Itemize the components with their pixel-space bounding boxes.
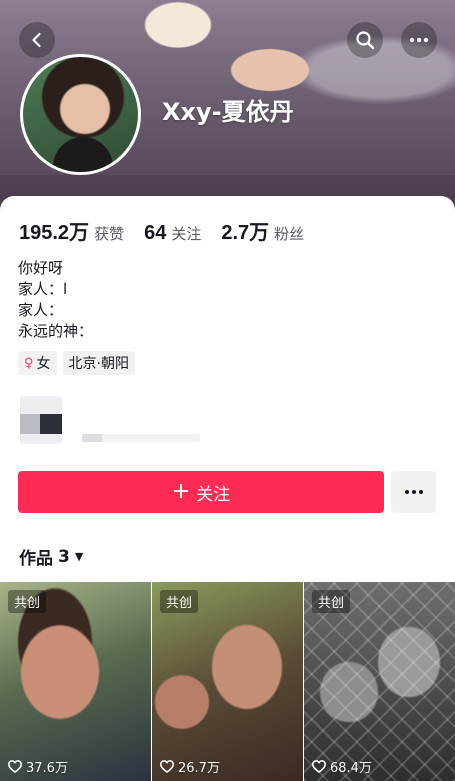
search-icon (356, 31, 375, 50)
co-create-badge: 共创 (160, 590, 199, 613)
gender-tag: ♀ 女 (18, 351, 57, 375)
stat-following-count: 64 (144, 222, 167, 244)
profile-card: 195.2万 获赞 64 关注 2.7万 粉丝 你好呀 家人：l 家人： 永远的… (0, 196, 455, 781)
more-options-button[interactable] (401, 22, 437, 58)
follow-button[interactable]: + 关注 (18, 471, 384, 513)
stat-following[interactable]: 64 关注 (144, 222, 201, 245)
blur-cell (20, 414, 40, 434)
stat-likes-count: 195.2万 (19, 222, 90, 244)
profile-tags: ♀ 女 北京·朝阳 (18, 351, 141, 375)
location-tag: 北京·朝阳 (62, 351, 135, 375)
plus-icon: + (171, 479, 191, 504)
bio-line: 你好呀 (18, 259, 64, 277)
avatar-figure (53, 137, 113, 172)
video-thumbnail[interactable]: 共创 68.4万 (304, 582, 455, 781)
heart-icon (312, 760, 326, 773)
more-horizontal-icon (409, 37, 429, 43)
video-thumbnail[interactable]: 共创 26.7万 (152, 582, 303, 781)
chevron-left-icon (32, 32, 41, 48)
blurred-link-thumbnail[interactable] (20, 396, 62, 444)
tab-works-label: 作品 (19, 549, 53, 569)
female-icon: ♀ (24, 355, 34, 371)
heart-icon (160, 760, 174, 773)
bio-line: 家人：l (18, 280, 68, 298)
profile-nickname: Xxy-夏依丹 (162, 98, 294, 126)
bio-line: 家人： (18, 301, 64, 319)
video-likes-count: 26.7万 (178, 761, 220, 776)
co-create-badge: 共创 (312, 590, 351, 613)
blur-cell (40, 414, 62, 434)
stat-following-label: 关注 (171, 225, 202, 243)
stat-followers[interactable]: 2.7万 粉丝 (221, 216, 304, 245)
stat-followers-label: 粉丝 (274, 225, 305, 243)
back-button[interactable] (19, 22, 55, 58)
avatar[interactable] (20, 54, 141, 175)
more-actions-button[interactable] (391, 471, 436, 513)
stat-likes-label: 获赞 (94, 225, 125, 243)
tab-works-count: 3 (58, 546, 70, 567)
co-create-badge: 共创 (8, 590, 47, 613)
search-button[interactable] (347, 22, 383, 58)
stat-followers-count: 2.7万 (221, 222, 270, 244)
video-grid: 共创 37.6万 共创 26.7万 共创 68.4万 (0, 582, 455, 781)
heart-icon (8, 760, 22, 773)
video-likes: 68.4万 (312, 757, 372, 776)
stat-likes: 195.2万 获赞 (19, 216, 124, 245)
blurred-link-text (82, 434, 200, 442)
gender-tag-label: 女 (36, 356, 51, 372)
profile-stats: 195.2万 获赞 64 关注 2.7万 粉丝 (19, 216, 324, 245)
video-likes: 37.6万 (8, 757, 68, 776)
location-tag-label: 北京·朝阳 (68, 356, 129, 372)
profile-bio: 你好呀 家人：l 家人： 永远的神： (18, 258, 93, 342)
more-horizontal-icon (404, 490, 423, 494)
video-thumbnail[interactable]: 共创 37.6万 (0, 582, 151, 781)
video-likes-count: 37.6万 (26, 761, 68, 776)
video-likes-count: 68.4万 (330, 761, 372, 776)
video-likes: 26.7万 (160, 757, 220, 776)
bio-line: 永远的神： (18, 322, 94, 340)
tab-works[interactable]: 作品 3 ▼ (19, 544, 84, 570)
caret-down-icon: ▼ (74, 550, 84, 563)
follow-button-label: 关注 (196, 484, 231, 505)
